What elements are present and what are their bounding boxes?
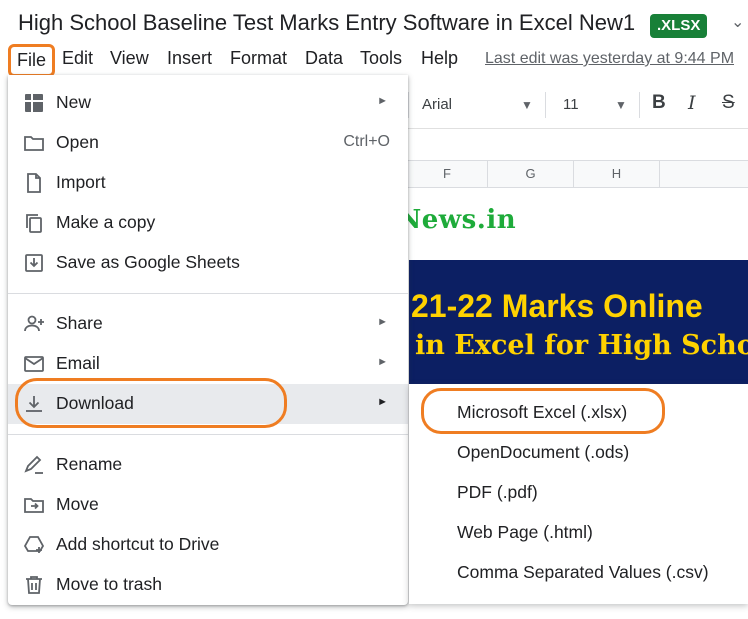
menu-item-new[interactable]: New ► <box>8 83 408 123</box>
menu-item-label: Move <box>56 494 99 514</box>
submenu-arrow-icon: ► <box>377 316 388 328</box>
menu-item-add-shortcut[interactable]: Add shortcut to Drive <box>8 525 408 565</box>
document-title[interactable]: High School Baseline Test Marks Entry So… <box>18 10 635 36</box>
toolbar-divider <box>639 92 640 118</box>
menu-item-label: Rename <box>56 454 123 474</box>
menu-file[interactable]: File <box>8 44 56 77</box>
download-option-pdf[interactable]: PDF (.pdf) <box>409 472 748 512</box>
rename-icon <box>24 455 43 474</box>
font-family-select[interactable]: Arial <box>422 96 452 113</box>
menu-divider <box>8 293 408 294</box>
download-option-ods[interactable]: OpenDocument (.ods) <box>409 432 748 472</box>
submenu-arrow-icon: ► <box>377 396 388 408</box>
trash-icon <box>26 576 42 594</box>
italic-button[interactable]: I <box>688 92 696 114</box>
menu-item-make-copy[interactable]: Make a copy <box>8 203 408 243</box>
banner-image: 21-22 Marks Online in Excel for High Sch… <box>409 260 748 384</box>
toolbar: Arial ▼ 11 ▼ B I S <box>408 84 748 126</box>
submenu-item-label: Comma Separated Values (.csv) <box>457 562 709 582</box>
menu-item-move[interactable]: Move <box>8 485 408 525</box>
menu-item-label: Download <box>56 393 134 413</box>
download-icon <box>26 396 42 412</box>
menu-item-share[interactable]: Share ► <box>8 304 408 344</box>
menu-item-import[interactable]: Import <box>8 163 408 203</box>
column-header-g[interactable]: G <box>487 161 573 187</box>
submenu-item-label: Microsoft Excel (.xlsx) <box>457 402 628 422</box>
column-header-h[interactable]: H <box>573 161 659 187</box>
font-size-select[interactable]: 11 <box>563 96 579 113</box>
toolbar-divider <box>545 92 546 118</box>
title-bar: High School Baseline Test Marks Entry So… <box>0 0 748 46</box>
download-option-csv[interactable]: Comma Separated Values (.csv) <box>409 552 748 592</box>
person-add-icon <box>24 315 44 332</box>
menu-item-label: Share <box>56 313 103 333</box>
column-header-next[interactable] <box>659 161 748 187</box>
menu-item-save-as-sheets[interactable]: Save as Google Sheets <box>8 243 408 283</box>
column-headers: F G H <box>408 160 748 188</box>
divider <box>408 128 748 129</box>
menu-item-label: Make a copy <box>56 212 156 232</box>
menu-item-email[interactable]: Email ► <box>8 344 408 384</box>
menu-insert[interactable]: Insert <box>167 48 212 69</box>
column-header-f[interactable]: F <box>408 161 486 187</box>
submenu-item-label: OpenDocument (.ods) <box>457 442 630 462</box>
menu-tools[interactable]: Tools <box>360 48 402 69</box>
submenu-arrow-icon: ► <box>377 95 388 107</box>
email-icon <box>24 356 44 372</box>
keyboard-shortcut: Ctrl+O <box>343 133 390 150</box>
drive-shortcut-icon <box>23 536 45 553</box>
menu-item-move-to-trash[interactable]: Move to trash <box>8 565 408 605</box>
menu-format[interactable]: Format <box>230 48 287 69</box>
menu-item-open[interactable]: Open Ctrl+O <box>8 123 408 163</box>
menu-item-label: Import <box>56 172 106 192</box>
file-format-badge: .XLSX <box>650 14 708 38</box>
caret-down-icon[interactable]: ▼ <box>521 98 533 112</box>
menu-edit[interactable]: Edit <box>62 48 93 69</box>
submenu-item-label: PDF (.pdf) <box>457 482 538 502</box>
menu-item-label: Open <box>56 132 99 152</box>
banner-subheadline: in Excel for High Scho <box>415 330 748 361</box>
menu-data[interactable]: Data <box>305 48 343 69</box>
submenu-item-label: Web Page (.html) <box>457 522 593 542</box>
menu-item-label: Email <box>56 353 100 373</box>
menu-item-label: New <box>56 92 92 112</box>
menu-divider <box>8 434 408 435</box>
menu-item-download[interactable]: Download ► <box>8 378 408 428</box>
download-option-html[interactable]: Web Page (.html) <box>409 512 748 552</box>
move-folder-icon <box>24 498 44 513</box>
menu-item-label: Save as Google Sheets <box>56 252 240 272</box>
new-sheet-icon <box>25 94 43 112</box>
menu-item-label: Move to trash <box>56 574 163 594</box>
toolbar-divider <box>408 92 409 118</box>
menu-help[interactable]: Help <box>421 48 458 69</box>
banner-headline: 21-22 Marks Online <box>411 288 703 324</box>
chevron-down-icon[interactable]: ⌄ <box>731 12 744 32</box>
file-icon <box>27 173 41 193</box>
strikethrough-button[interactable]: S <box>722 92 735 114</box>
file-menu-dropdown: New ► Open Ctrl+O Import Make a copy Sav… <box>8 75 408 605</box>
menu-view[interactable]: View <box>110 48 149 69</box>
last-edit-link[interactable]: Last edit was yesterday at 9:44 PM <box>485 50 734 68</box>
bold-button[interactable]: B <box>652 92 666 114</box>
download-submenu: Microsoft Excel (.xlsx) OpenDocument (.o… <box>409 384 748 604</box>
download-option-xlsx[interactable]: Microsoft Excel (.xlsx) <box>409 388 748 434</box>
caret-down-icon[interactable]: ▼ <box>615 98 627 112</box>
menu-item-label: Add shortcut to Drive <box>56 534 220 554</box>
save-to-sheets-icon <box>25 254 43 272</box>
submenu-arrow-icon: ► <box>377 356 388 368</box>
copy-icon <box>26 214 42 233</box>
menu-item-rename[interactable]: Rename <box>8 445 408 485</box>
menu-bar: File Edit View Insert Format Data Tools … <box>0 44 748 77</box>
folder-icon <box>24 136 44 151</box>
